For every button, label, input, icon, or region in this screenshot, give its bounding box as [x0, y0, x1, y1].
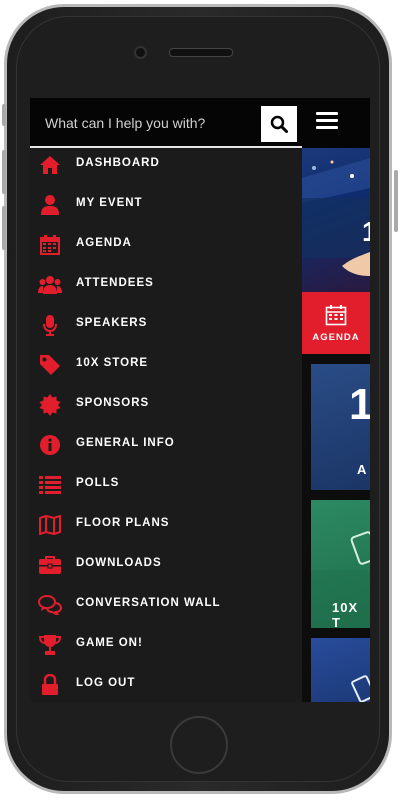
hero-text: 1	[362, 216, 370, 247]
nav-item-speakers[interactable]: SPEAKERS	[30, 305, 302, 345]
nav-label-floor-plans: FLOOR PLANS	[76, 517, 170, 529]
tag-icon	[38, 353, 62, 377]
home-button[interactable]	[170, 716, 228, 774]
tile-3-graphic	[351, 675, 370, 702]
top-bar	[30, 98, 370, 148]
nav-label-log-out: LOG OUT	[76, 677, 136, 689]
nav-label-attendees: ATTENDEES	[76, 277, 154, 289]
chat-icon	[38, 593, 62, 617]
feature-tile-1[interactable]: 1 A	[311, 364, 370, 490]
app-screen: DASHBOARD MY EVENT AGENDA ATTENDEES SPEA	[30, 98, 370, 702]
user-icon	[38, 193, 62, 217]
nav-label-general-info: GENERAL INFO	[76, 437, 175, 449]
nav-label-polls: POLLS	[76, 477, 120, 489]
phone-volume-up-button	[2, 150, 6, 194]
nav-label-dashboard: DASHBOARD	[76, 157, 160, 169]
nav-item-attendees[interactable]: ATTENDEES	[30, 265, 302, 305]
navigation-drawer: DASHBOARD MY EVENT AGENDA ATTENDEES SPEA	[30, 148, 302, 702]
hamburger-line	[316, 126, 338, 129]
nav-item-log-out[interactable]: LOG OUT	[30, 665, 302, 702]
trophy-icon	[38, 633, 62, 657]
badge-icon	[38, 393, 62, 417]
agenda-tile-label: AGENDA	[312, 331, 360, 343]
dashboard-content: 1 AGENDA 1 A 10X T	[302, 148, 370, 702]
lock-icon	[38, 673, 62, 697]
search-button[interactable]	[261, 106, 297, 142]
hamburger-line	[316, 112, 338, 115]
feature-tile-3[interactable]	[311, 638, 370, 702]
nav-item-dashboard[interactable]: DASHBOARD	[30, 145, 302, 185]
hamburger-menu-button[interactable]	[316, 112, 338, 132]
feature-tile-2[interactable]: 10X T	[311, 500, 370, 628]
nav-item-game-on[interactable]: GAME ON!	[30, 625, 302, 665]
hero-banner-image[interactable]: 1	[302, 148, 370, 292]
nav-item-downloads[interactable]: DOWNLOADS	[30, 545, 302, 585]
phone-power-button	[394, 170, 398, 232]
nav-label-speakers: SPEAKERS	[76, 317, 148, 329]
nav-label-my-event: MY EVENT	[76, 197, 143, 209]
nav-label-game-on: GAME ON!	[76, 637, 143, 649]
nav-label-downloads: DOWNLOADS	[76, 557, 162, 569]
agenda-tile[interactable]: AGENDA	[302, 292, 370, 354]
tile-1-label: A	[357, 462, 368, 477]
phone-volume-down-button	[2, 206, 6, 250]
home-icon	[38, 153, 62, 177]
calendar-icon	[325, 304, 347, 325]
nav-label-sponsors: SPONSORS	[76, 397, 150, 409]
nav-label-10x-store: 10X STORE	[76, 357, 149, 369]
nav-item-agenda[interactable]: AGENDA	[30, 225, 302, 265]
nav-item-general-info[interactable]: GENERAL INFO	[30, 425, 302, 465]
front-camera	[134, 46, 147, 59]
nav-item-my-event[interactable]: MY EVENT	[30, 185, 302, 225]
nav-label-conversation-wall: CONVERSATION WALL	[76, 597, 221, 609]
briefcase-icon	[38, 553, 62, 577]
tile-2-label: 10X T	[332, 600, 359, 628]
tile-1-number: 1	[349, 380, 370, 429]
microphone-icon	[38, 313, 62, 337]
users-icon	[38, 273, 62, 297]
nav-item-conversation-wall[interactable]: CONVERSATION WALL	[30, 585, 302, 625]
calendar-icon	[38, 233, 62, 257]
info-icon	[38, 433, 62, 457]
nav-item-polls[interactable]: POLLS	[30, 465, 302, 505]
search-input[interactable]	[30, 106, 260, 140]
search-icon	[270, 115, 288, 133]
list-icon	[38, 473, 62, 497]
hamburger-line	[316, 119, 338, 122]
earpiece-speaker	[169, 48, 233, 57]
phone-mute-switch	[2, 104, 6, 126]
nav-item-floor-plans[interactable]: FLOOR PLANS	[30, 505, 302, 545]
map-icon	[38, 513, 62, 537]
nav-item-10x-store[interactable]: 10X STORE	[30, 345, 302, 385]
nav-item-sponsors[interactable]: SPONSORS	[30, 385, 302, 425]
hero-stage-graphic	[302, 158, 370, 276]
nav-label-agenda: AGENDA	[76, 237, 132, 249]
